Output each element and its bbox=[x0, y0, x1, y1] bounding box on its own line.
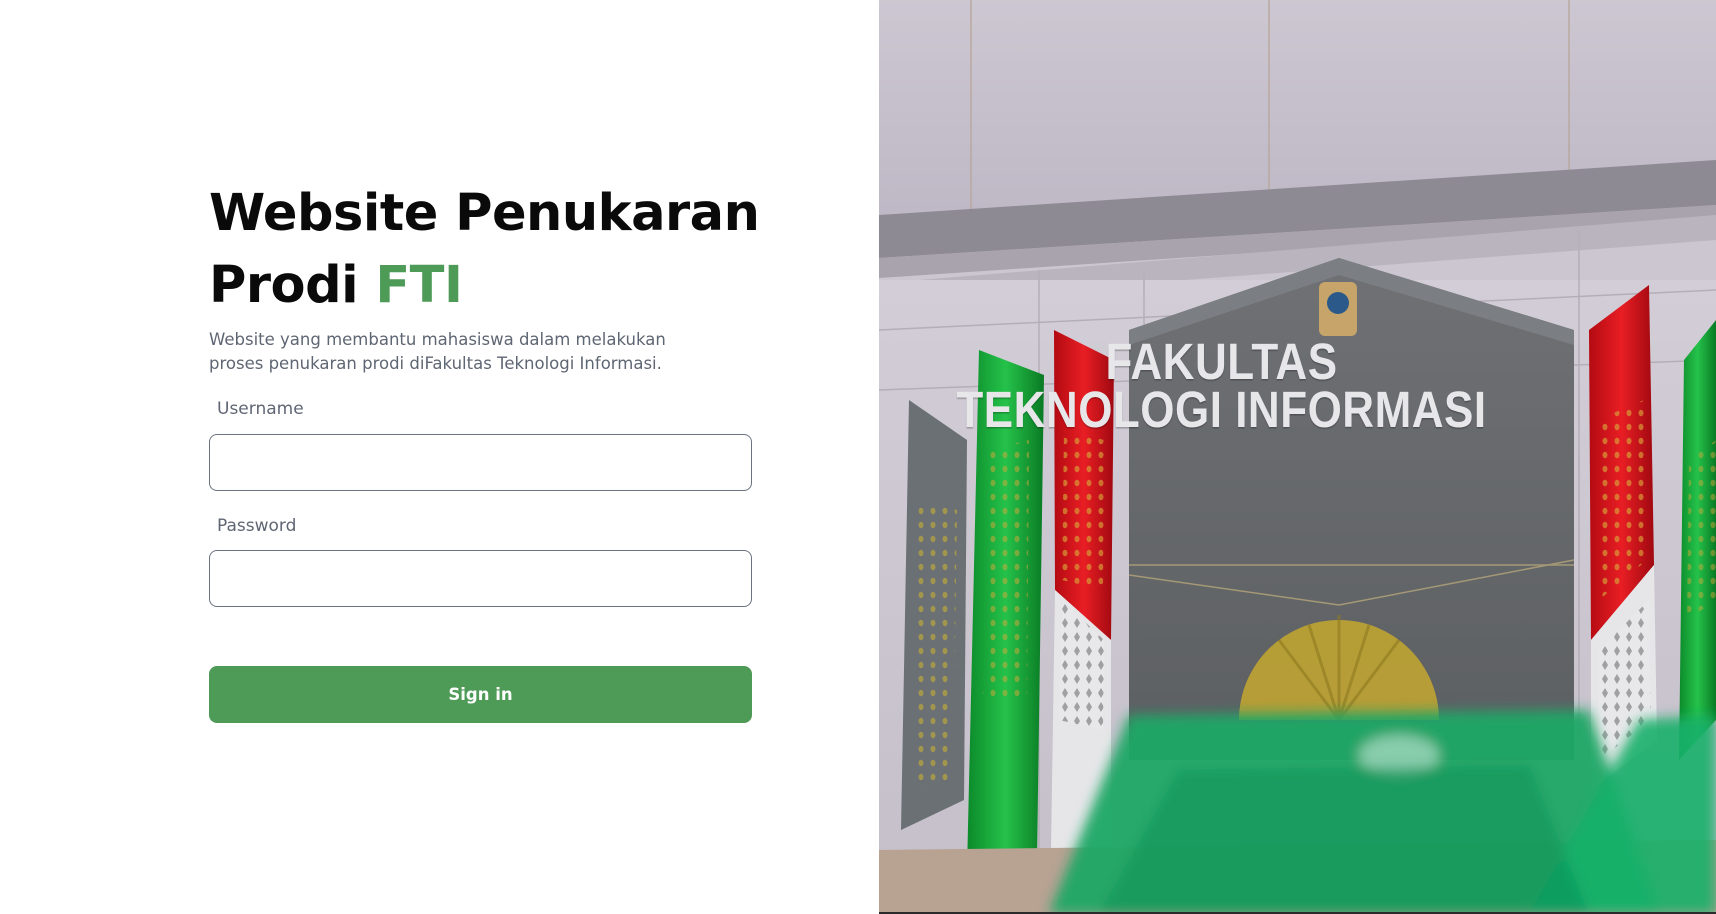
login-panel: Website Penukaran Prodi FTI Website yang… bbox=[0, 0, 879, 914]
title-accent: FTI bbox=[375, 256, 463, 315]
username-input[interactable] bbox=[209, 434, 752, 491]
page-description: Website yang membantu mahasiswa dalam me… bbox=[209, 330, 666, 373]
sign-text-line2: TEKNOLOGI INFORMASI bbox=[956, 382, 1487, 439]
title-main: Website Penukaran bbox=[209, 184, 760, 243]
sign-in-button[interactable]: Sign in bbox=[209, 666, 752, 723]
campus-building-illustration bbox=[879, 0, 1716, 912]
password-label: Password bbox=[217, 516, 297, 536]
title-prefix: Prodi bbox=[209, 256, 359, 315]
page-title: Website Penukaran Prodi FTI bbox=[209, 178, 769, 322]
username-label: Username bbox=[217, 399, 304, 419]
password-input[interactable] bbox=[209, 550, 752, 607]
campus-photo: FAKULTAS TEKNOLOGI INFORMASI bbox=[879, 0, 1716, 914]
